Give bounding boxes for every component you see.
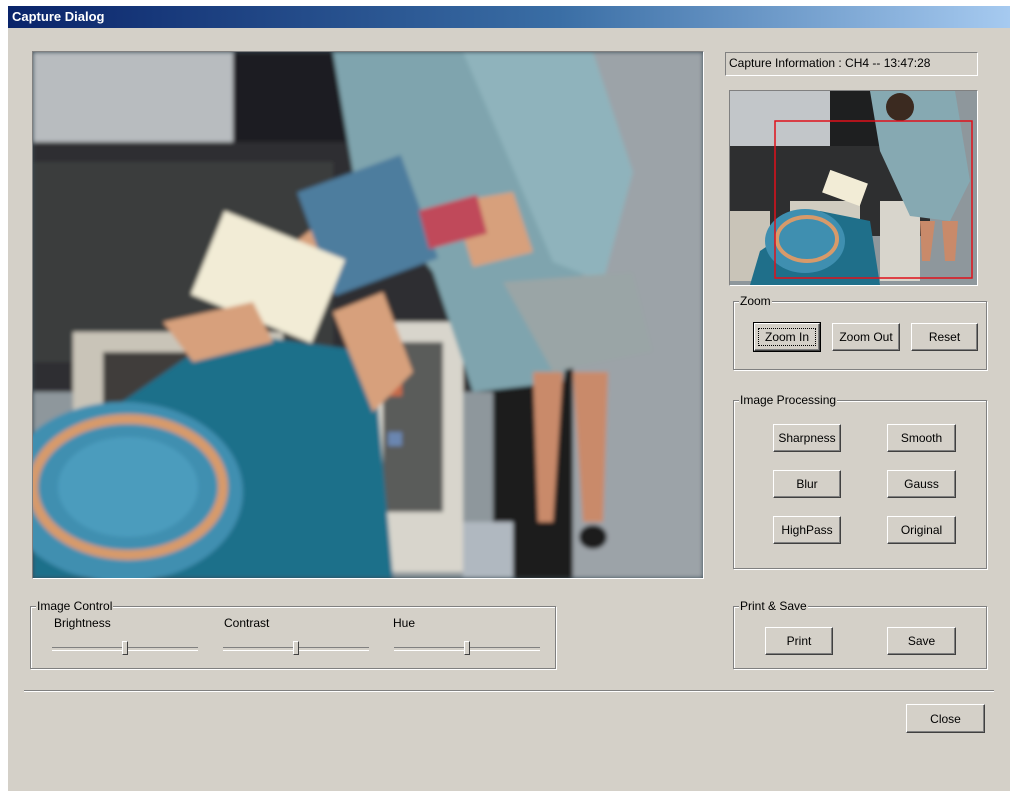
captured-image-view[interactable] — [32, 51, 704, 579]
contrast-slider-thumb[interactable] — [293, 641, 299, 655]
capture-info-field: Capture Information : CH4 -- 13:47:28 — [725, 52, 978, 76]
hue-slider-thumb[interactable] — [464, 641, 470, 655]
smooth-button[interactable]: Smooth — [887, 424, 956, 452]
brightness-slider[interactable] — [52, 640, 198, 656]
print-button[interactable]: Print — [765, 627, 833, 655]
save-button[interactable]: Save — [887, 627, 956, 655]
blur-button[interactable]: Blur — [773, 470, 841, 498]
image-control-label: Image Control — [36, 599, 114, 613]
zoom-in-button[interactable]: Zoom In — [753, 322, 821, 352]
thumbnail-view[interactable] — [729, 90, 978, 286]
close-button[interactable]: Close — [906, 704, 985, 733]
zoom-group-label: Zoom — [739, 294, 772, 308]
capture-info-text: Capture Information : CH4 -- 13:47:28 — [729, 56, 931, 70]
contrast-slider[interactable] — [223, 640, 369, 656]
print-save-label: Print & Save — [739, 599, 808, 613]
reset-button[interactable]: Reset — [911, 323, 978, 351]
contrast-label: Contrast — [224, 616, 270, 630]
hue-slider[interactable] — [394, 640, 540, 656]
brightness-slider-thumb[interactable] — [122, 641, 128, 655]
sharpness-button[interactable]: Sharpness — [773, 424, 841, 452]
capture-dialog-window: Capture Dialog Capture Information: CH4… — [8, 6, 1010, 791]
hue-label: Hue — [393, 616, 416, 630]
image-processing-label: Image Processing — [739, 393, 838, 407]
brightness-label: Brightness — [54, 616, 111, 630]
highpass-button[interactable]: HighPass — [773, 516, 841, 544]
bottom-separator — [24, 690, 994, 692]
gauss-button[interactable]: Gauss — [887, 470, 956, 498]
zoom-in-label: Zoom In — [757, 328, 816, 346]
zoom-out-button[interactable]: Zoom Out — [832, 323, 900, 351]
captured-scene-image — [33, 52, 703, 578]
title-bar[interactable]: Capture Dialog — [8, 6, 1010, 28]
thumbnail-image — [730, 91, 977, 285]
original-button[interactable]: Original — [887, 516, 956, 544]
